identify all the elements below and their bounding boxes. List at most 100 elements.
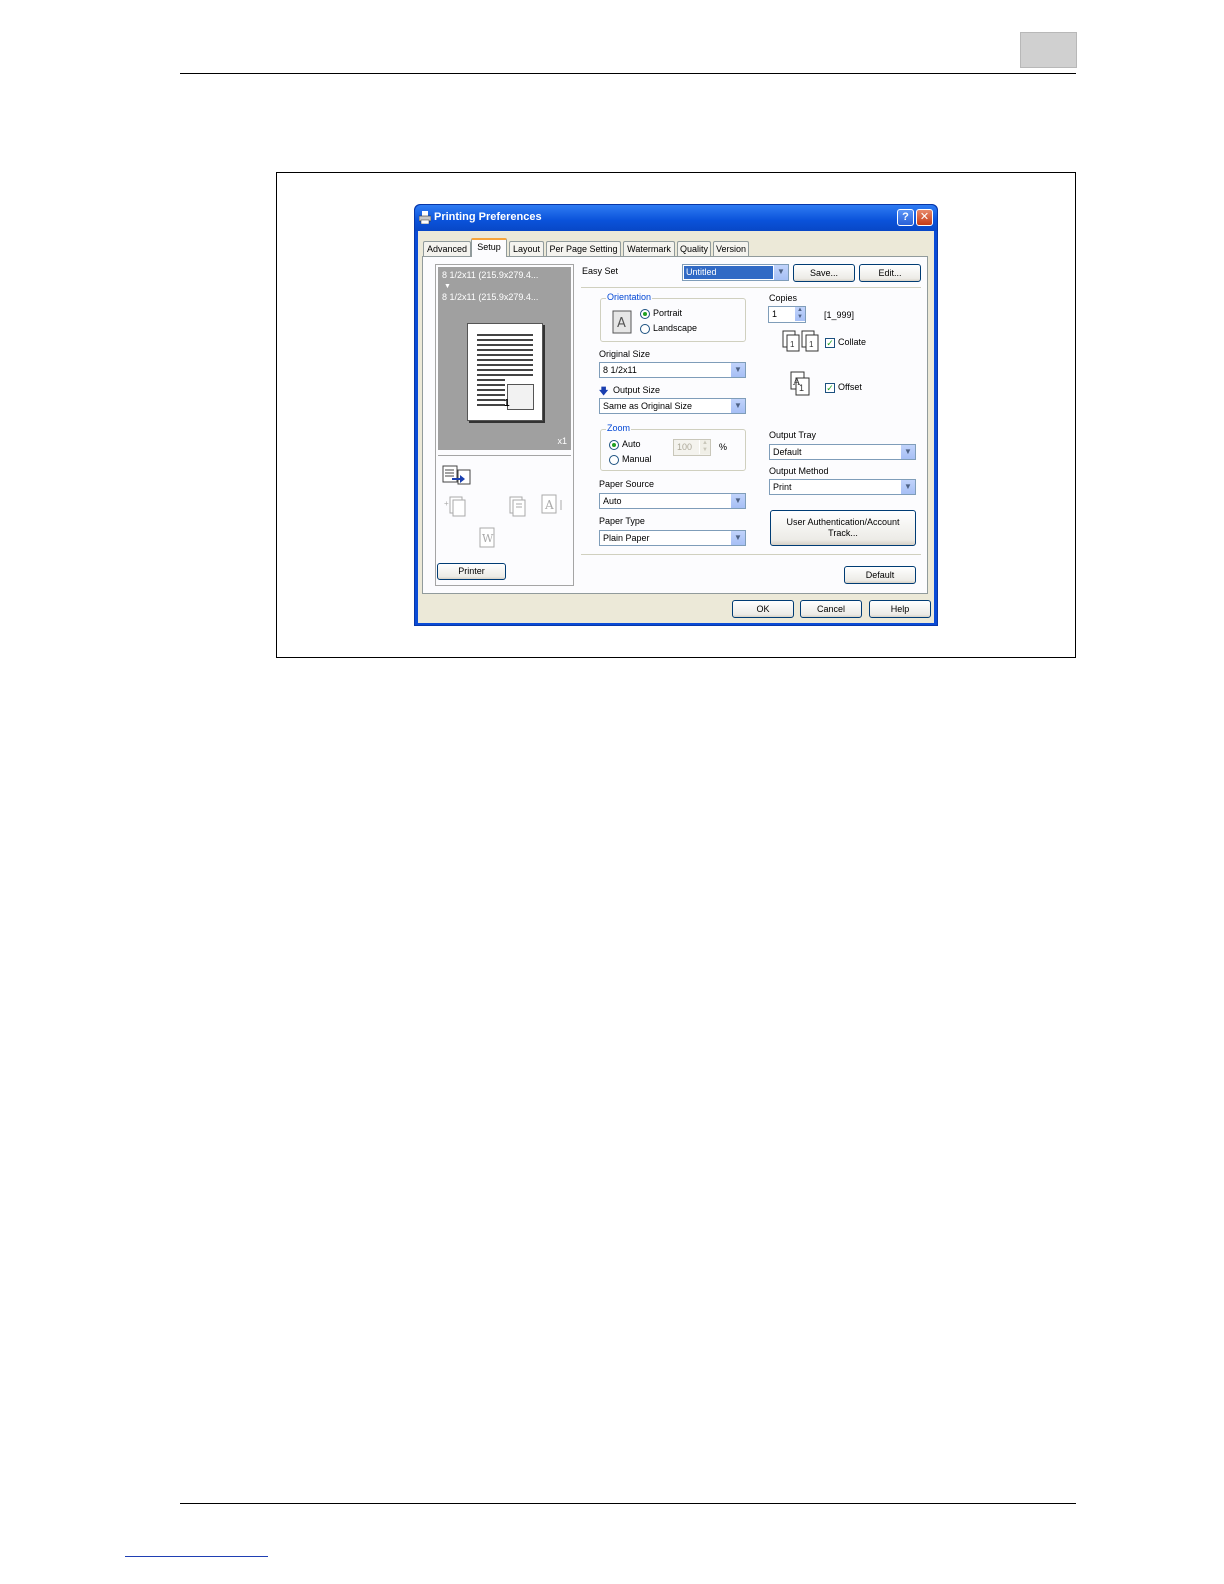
setup-tab-panel: 8 1/2x11 (215.9x279.4... ▼ 8 1/2x11 (215… <box>422 256 928 594</box>
tab-advanced[interactable]: Advanced <box>423 241 471 256</box>
tab-watermark[interactable]: Watermark <box>623 241 675 256</box>
separator-top <box>581 287 921 288</box>
paper-type-select[interactable]: Plain Paper ▼ <box>599 530 746 546</box>
chevron-down-icon[interactable]: ▼ <box>773 265 788 280</box>
original-size-select[interactable]: 8 1/2x11 ▼ <box>599 362 746 378</box>
default-button[interactable]: Default <box>844 566 916 584</box>
easy-set-label: Easy Set <box>582 266 619 276</box>
output-tray-value: Default <box>773 447 802 457</box>
offset-checkbox[interactable]: ✓ <box>825 383 835 393</box>
tab-per-page-setting[interactable]: Per Page Setting <box>546 241 621 256</box>
chevron-down-icon[interactable]: ▼ <box>730 531 745 545</box>
tab-quality[interactable]: Quality <box>677 241 711 256</box>
original-size-label: Original Size <box>599 349 651 359</box>
offset-icon: A 1 <box>790 371 810 396</box>
spin-icon[interactable]: ▲ ▼ <box>794 307 805 321</box>
booklet-icon <box>509 496 526 517</box>
preview-original-size: 8 1/2x11 (215.9x279.4... <box>442 270 539 280</box>
cancel-button[interactable]: Cancel <box>800 600 862 618</box>
dialog-client-area: Advanced Setup Layout Per Page Setting W… <box>418 231 934 623</box>
output-size-select[interactable]: Same as Original Size ▼ <box>599 398 746 414</box>
separator-bottom <box>581 554 921 555</box>
collate-checkbox[interactable]: ✓ <box>825 338 835 348</box>
zoom-value-stepper[interactable]: 100 ▲ ▼ <box>673 439 711 456</box>
svg-text:+: + <box>444 499 449 508</box>
svg-text:A: A <box>617 316 626 331</box>
chevron-down-icon[interactable]: ▼ <box>900 445 915 459</box>
easy-set-select[interactable]: Untitled ▼ <box>682 264 789 281</box>
easy-set-value: Untitled <box>684 266 774 279</box>
printer-button[interactable]: Printer <box>437 563 506 580</box>
copies-value: 1 <box>772 309 778 319</box>
portrait-page-icon: A <box>612 310 632 334</box>
tab-version[interactable]: Version <box>713 241 749 256</box>
preview-pane: 8 1/2x11 (215.9x279.4... ▼ 8 1/2x11 (215… <box>435 264 574 586</box>
output-method-select[interactable]: Print ▼ <box>769 479 916 495</box>
zoom-manual-radio[interactable] <box>609 455 619 465</box>
close-icon: ✕ <box>919 211 930 223</box>
zoom-value: 100 <box>677 442 693 452</box>
landscape-label: Landscape <box>653 323 698 333</box>
down-arrow-icon: ▼ <box>444 283 451 290</box>
chevron-down-icon[interactable]: ▼ <box>730 363 745 377</box>
output-tray-select[interactable]: Default ▼ <box>769 444 916 460</box>
ok-button[interactable]: OK <box>732 600 794 618</box>
copies-label: Copies <box>769 293 798 303</box>
zoom-auto-label: Auto <box>622 439 641 449</box>
collate-icon: 1 1 <box>782 330 819 352</box>
printing-preferences-dialog: Printing Preferences ? ✕ Advanced Setup … <box>414 204 938 626</box>
paper-type-label: Paper Type <box>599 516 645 526</box>
copies-stepper[interactable]: 1 ▲ ▼ <box>768 306 806 323</box>
save-button[interactable]: Save... <box>793 264 855 282</box>
output-method-label: Output Method <box>769 466 829 476</box>
copies-range: [1_999] <box>824 310 855 320</box>
orientation-group-label: Orientation <box>606 292 653 302</box>
svg-text:1: 1 <box>799 383 804 393</box>
output-size-value: Same as Original Size <box>603 401 693 411</box>
page-number-tab <box>1020 32 1077 68</box>
help-title-button[interactable]: ? <box>897 209 914 226</box>
chevron-down-icon[interactable]: ▼ <box>900 480 915 494</box>
svg-text:W: W <box>482 532 494 545</box>
svg-text:A: A <box>544 498 554 512</box>
print-to-printer-icon[interactable] <box>442 464 472 486</box>
svg-text:1: 1 <box>809 340 814 349</box>
paper-source-select[interactable]: Auto ▼ <box>599 493 746 509</box>
duplex-icon: + <box>444 496 466 517</box>
function-icons-area: + A W <box>438 455 571 559</box>
zoom-manual-label: Manual <box>622 454 652 464</box>
dialog-title: Printing Preferences <box>434 211 542 223</box>
close-button[interactable]: ✕ <box>916 209 933 226</box>
preview-copies-badge: x1 <box>557 436 567 446</box>
spin-icon[interactable]: ▲ ▼ <box>699 440 710 454</box>
user-authentication-button[interactable]: User Authentication/Account Track... <box>770 510 916 546</box>
paper-type-value: Plain Paper <box>603 533 650 543</box>
portrait-radio[interactable] <box>640 309 650 319</box>
chevron-down-icon[interactable]: ▼ <box>730 494 745 508</box>
text-direction-icon: A <box>541 494 562 514</box>
preview-sheet: 1 <box>467 323 543 421</box>
footer-rule <box>180 1503 1076 1504</box>
tab-layout[interactable]: Layout <box>509 241 544 256</box>
watermark-icon: W <box>479 527 495 548</box>
portrait-label: Portrait <box>653 308 683 318</box>
preview-inset <box>507 384 534 410</box>
help-button[interactable]: Help <box>869 600 931 618</box>
zoom-group-label: Zoom <box>606 423 632 433</box>
svg-text:1: 1 <box>790 340 795 349</box>
preview-page-number: 1 <box>504 398 510 409</box>
offset-label: Offset <box>838 382 862 392</box>
zoom-auto-radio[interactable] <box>609 440 619 450</box>
footer-link-underline <box>125 1556 268 1557</box>
edit-button[interactable]: Edit... <box>859 264 921 282</box>
tab-setup[interactable]: Setup <box>471 238 507 257</box>
zoom-unit: % <box>719 442 728 452</box>
output-method-value: Print <box>773 482 792 492</box>
paper-source-value: Auto <box>603 496 622 506</box>
collate-label: Collate <box>838 337 867 347</box>
landscape-radio[interactable] <box>640 324 650 334</box>
paper-source-label: Paper Source <box>599 479 655 489</box>
title-bar[interactable]: Printing Preferences ? ✕ <box>415 205 937 231</box>
chevron-down-icon[interactable]: ▼ <box>730 399 745 413</box>
page-preview: 8 1/2x11 (215.9x279.4... ▼ 8 1/2x11 (215… <box>438 267 571 450</box>
